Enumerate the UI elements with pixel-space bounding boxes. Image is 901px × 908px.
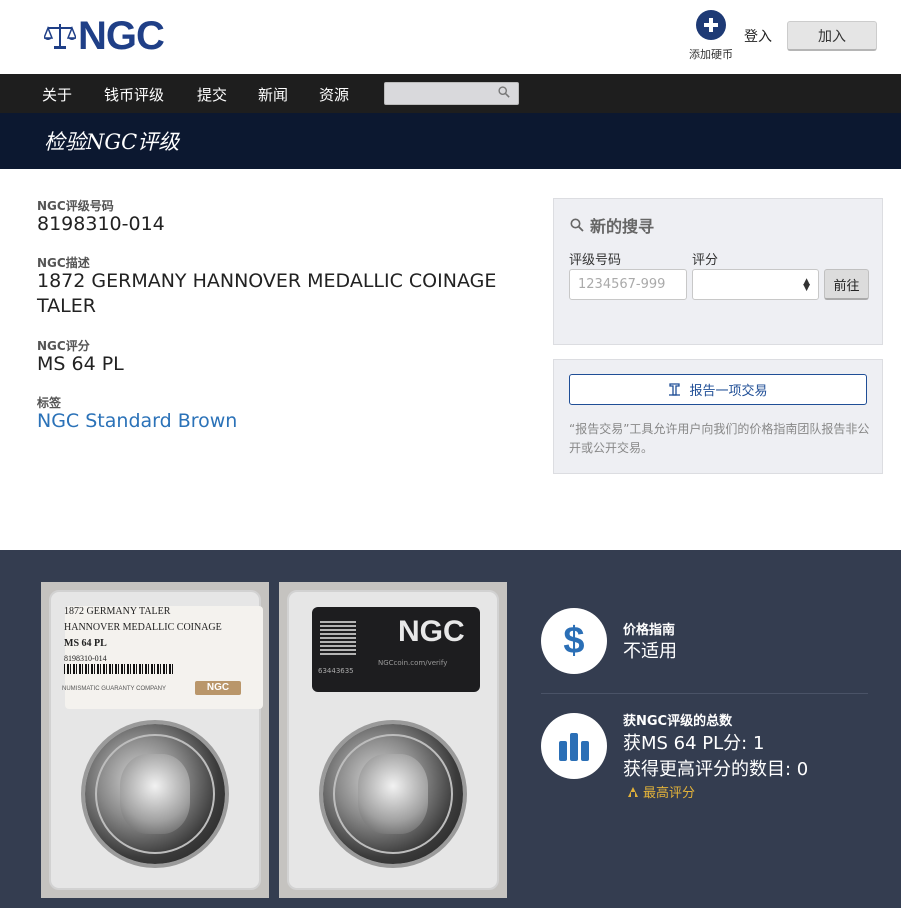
cert-input-label: 评级号码 xyxy=(569,253,622,268)
search-icon xyxy=(570,218,584,232)
login-link[interactable]: 登入 xyxy=(744,26,772,46)
logo-text: NGC xyxy=(78,14,165,58)
census-at-grade: 获MS 64 PL分: 1 xyxy=(623,733,765,754)
reverse-brand: NGC xyxy=(398,615,465,648)
slab-label-grade: MS 64 PL xyxy=(64,638,107,649)
page-banner: 检验NGC评级 xyxy=(0,113,901,169)
nav-search-input[interactable] xyxy=(384,82,519,105)
slab-label-line1: 1872 GERMANY TALER xyxy=(64,606,171,617)
scales-icon xyxy=(44,24,76,49)
nav-item-coin-grading[interactable]: 钱币评级 xyxy=(104,84,164,105)
report-transaction-label: 报告一项交易 xyxy=(689,384,768,399)
slab-label-line2: HANNOVER MEDALLIC COINAGE xyxy=(64,622,222,633)
new-search-panel: 新的搜寻 评级号码 评分 1234567-999 ▲ ▼ 前往 xyxy=(553,198,883,345)
price-guide-title: 价格指南 xyxy=(623,623,676,638)
cert-number-input[interactable]: 1234567-999 xyxy=(569,269,687,300)
coin-arms-design xyxy=(120,754,190,834)
search-icon[interactable] xyxy=(498,86,510,98)
reverse-slab-image[interactable]: NGC NGCcoin.com/verify 63443635 xyxy=(279,582,507,898)
site-header: NGC 添加硬币 登入 加入 xyxy=(0,0,901,74)
report-description: “报告交易”工具允许用户向我们的价格指南团队报告非公开或公开交易。 xyxy=(569,422,870,455)
trophy-icon xyxy=(628,786,638,797)
census-higher: 获得更高评分的数目: 0 xyxy=(623,759,809,780)
slab-label-footer: NUMISMATIC GUARANTY COMPANY xyxy=(62,686,167,692)
description-value: 1872 GERMANY HANNOVER MEDALLIC COINAGE T… xyxy=(37,270,497,317)
grade-value: MS 64 PL xyxy=(37,353,124,375)
obverse-slab-image[interactable]: 1872 GERMANY TALER HANNOVER MEDALLIC COI… xyxy=(41,582,269,898)
top-grade-label: 最高评分 xyxy=(643,786,696,801)
cert-number-value: 8198310-014 xyxy=(37,213,165,235)
holder-label-link[interactable]: NGC Standard Brown xyxy=(37,409,537,434)
price-guide-value: 不适用 xyxy=(623,641,677,662)
coin-figure-design xyxy=(358,754,428,834)
dollar-icon: $ xyxy=(563,619,585,662)
nav-item-news[interactable]: 新闻 xyxy=(258,84,288,105)
coin-reverse xyxy=(323,724,463,864)
nav-item-resources[interactable]: 资源 xyxy=(319,84,349,105)
new-search-title-text: 新的搜寻 xyxy=(590,217,655,236)
reverse-url: NGCcoin.com/verify xyxy=(378,659,448,667)
select-arrows-icon: ▲ ▼ xyxy=(803,277,810,293)
coin-obverse xyxy=(85,724,225,864)
go-button[interactable]: 前往 xyxy=(824,269,869,300)
census-circle xyxy=(541,713,607,779)
page-title: 检验NGC评级 xyxy=(44,130,180,154)
census-title: 获NGC评级的总数 xyxy=(623,714,733,729)
coin-info-section: 1872 GERMANY TALER HANNOVER MEDALLIC COI… xyxy=(0,550,901,908)
slab-reverse-label: NGC NGCcoin.com/verify 63443635 xyxy=(312,607,480,692)
nav-item-about[interactable]: 关于 xyxy=(42,84,72,105)
grade-select-label: 评分 xyxy=(692,253,719,268)
slab-label-cert: 8198310-014 xyxy=(64,654,107,663)
ngc-logo[interactable]: NGC xyxy=(44,14,165,58)
grade-select[interactable]: ▲ ▼ xyxy=(692,269,819,300)
add-coin-label: 添加硬币 xyxy=(689,48,733,61)
report-transaction-panel: 报告一项交易 “报告交易”工具允许用户向我们的价格指南团队报告非公开或公开交易。 xyxy=(553,359,883,474)
price-guide-circle: $ xyxy=(541,608,607,674)
report-icon xyxy=(669,383,681,396)
divider xyxy=(541,693,868,694)
plus-icon xyxy=(696,10,726,40)
reverse-number: 63443635 xyxy=(318,667,354,675)
new-search-title: 新的搜寻 xyxy=(570,213,654,237)
barcode xyxy=(64,664,174,674)
nav-item-submit[interactable]: 提交 xyxy=(197,84,227,105)
top-grade-link[interactable]: 最高评分 xyxy=(627,782,695,801)
join-button[interactable]: 加入 xyxy=(787,21,877,51)
qr-code-icon xyxy=(320,619,356,655)
slab-label-brand: NGC xyxy=(195,681,241,695)
add-coin-button[interactable]: 添加硬币 xyxy=(688,10,734,62)
report-transaction-button[interactable]: 报告一项交易 xyxy=(569,374,867,405)
bar-chart-icon xyxy=(559,733,589,761)
